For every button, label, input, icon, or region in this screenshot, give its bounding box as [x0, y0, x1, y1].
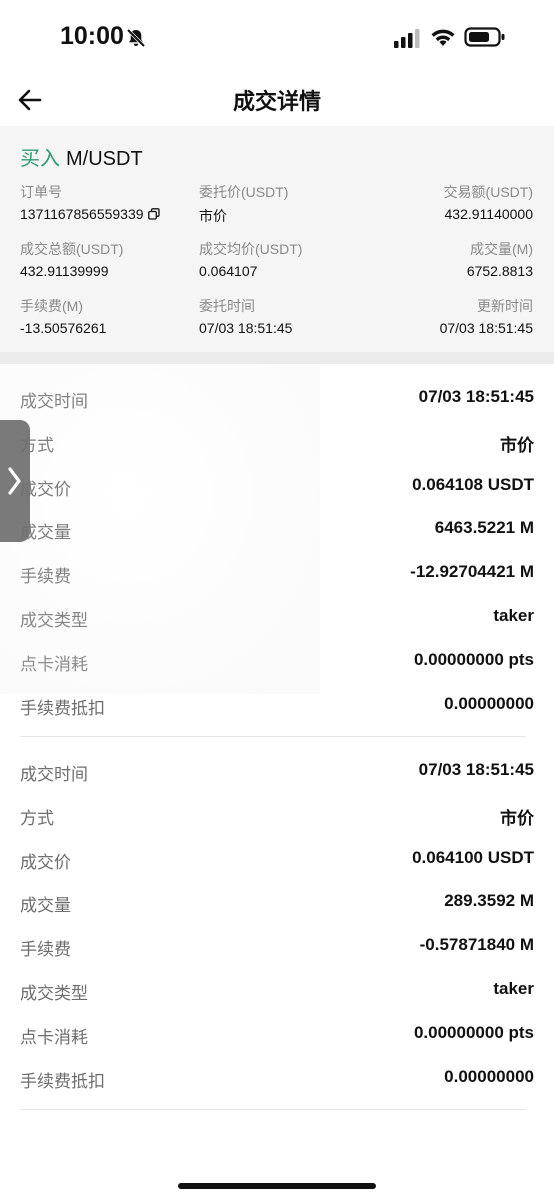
trade-row-label: 点卡消耗 — [20, 1027, 88, 1048]
trade-row-label: 手续费 — [20, 940, 71, 961]
trade-row-value: 0.00000000 pts — [413, 1022, 534, 1042]
trade-amount-value: 432.91140000 — [444, 206, 534, 222]
status-bar: 10:00 — [0, 0, 554, 76]
fee-label: 手续费(M) — [20, 298, 83, 314]
page-title: 成交详情 — [232, 90, 321, 115]
trade-row-label: 成交价 — [20, 852, 71, 873]
trade-divider — [20, 736, 526, 737]
filled-qty-cell: 成交量(M) 6752.8813 — [467, 239, 533, 279]
order-time-cell: 委托时间 07/03 18:51:45 — [199, 296, 292, 336]
order-no-label: 订单号 — [20, 184, 62, 200]
battery-icon — [464, 27, 505, 47]
avg-price-value: 0.064107 — [199, 263, 258, 279]
trade-row: 成交量 6463.5221 M — [0, 508, 554, 552]
order-price-cell: 委托价(USDT) 市价 — [199, 182, 288, 226]
trade-row-value: 0.00000000 — [444, 1066, 534, 1086]
filled-qty-label: 成交量(M) — [470, 241, 533, 257]
trade-row-label: 手续费抵扣 — [20, 698, 105, 719]
section-divider — [0, 352, 554, 364]
trading-pair: M/USDT — [66, 148, 143, 170]
update-time-value: 07/03 18:51:45 — [439, 320, 533, 336]
order-header: 买入 M/USDT — [20, 142, 143, 171]
trade-row-value: taker — [493, 605, 534, 625]
trade-row-value: 07/03 18:51:45 — [418, 387, 534, 406]
trade-row: 手续费抵扣 0.00000000 — [0, 684, 554, 728]
trade-row: 成交价 0.064108 USDT — [0, 465, 554, 509]
trade-row-label: 方式 — [20, 808, 54, 829]
trade-row: 成交类型 taker — [0, 596, 554, 640]
trade-detail-1: 成交时间 07/03 18:51:45 方式 市价 成交价 0.064108 USDT… — [0, 377, 554, 727]
trade-row-label: 点卡消耗 — [20, 654, 88, 675]
trade-row-value: taker — [493, 978, 534, 998]
trade-amount-cell: 交易额(USDT) 432.91140000 — [444, 182, 533, 222]
trade-row: 方式 市价 — [0, 794, 554, 838]
trade-row: 方式 市价 — [0, 421, 554, 465]
nav-bar: 成交详情 — [0, 76, 554, 124]
fee-cell: 手续费(M) -13.50576261 — [20, 296, 106, 336]
side-drawer-handle[interactable] — [0, 420, 30, 542]
update-time-label: 更新时间 — [477, 298, 533, 314]
trade-row-value: -0.57871840 M — [419, 935, 534, 955]
trade-detail-2: 成交时间 07/03 18:51:45 方式 市价 成交价 0.064100 USDT… — [0, 750, 554, 1100]
trade-row: 成交时间 07/03 18:51:45 — [0, 750, 554, 794]
trade-row-label: 手续费 — [20, 567, 71, 588]
trade-row: 成交时间 07/03 18:51:45 — [0, 377, 554, 421]
order-price-label: 委托价(USDT) — [199, 184, 289, 200]
trade-amount-label: 交易额(USDT) — [443, 184, 533, 200]
trade-row-label: 手续费抵扣 — [20, 1071, 105, 1092]
order-time-label: 委托时间 — [199, 298, 255, 314]
trade-row-value: 07/03 18:51:45 — [418, 760, 534, 779]
order-summary: 买入 M/USDT 订单号 1371167856559339 委托价(USDT) … — [0, 126, 554, 352]
order-no-value: 1371167856559339 — [20, 206, 144, 222]
trade-row: 手续费 -0.57871840 M — [0, 925, 554, 969]
trade-row: 手续费抵扣 0.00000000 — [0, 1057, 554, 1101]
order-side: 买入 — [20, 146, 60, 170]
trade-row: 手续费 -12.92704421 M — [0, 552, 554, 596]
trade-row-label: 成交量 — [20, 896, 71, 917]
avg-price-cell: 成交均价(USDT) 0.064107 — [199, 239, 302, 279]
trade-row: 点卡消耗 0.00000000 pts — [0, 640, 554, 684]
trade-row-value: 0.064108 USDT — [412, 474, 534, 494]
trade-row-label: 成交时间 — [20, 392, 88, 412]
trade-row-value: 市价 — [500, 808, 534, 828]
trade-row-value: 289.3592 M — [444, 891, 534, 911]
filled-total-cell: 成交总额(USDT) 432.91139999 — [20, 239, 123, 279]
avg-price-label: 成交均价(USDT) — [199, 241, 303, 257]
signal-icon — [394, 29, 420, 48]
trade-row-value: 市价 — [500, 435, 534, 455]
trade-row-value: 0.00000000 — [444, 693, 534, 713]
trade-row-value: 6463.5221 M — [434, 518, 534, 538]
chevron-right-icon — [8, 467, 21, 495]
order-price-value: 市价 — [199, 208, 227, 224]
trade-divider — [20, 1109, 526, 1110]
trade-row: 成交量 289.3592 M — [0, 881, 554, 925]
filled-qty-value: 6752.8813 — [466, 263, 533, 279]
trade-row: 成交类型 taker — [0, 969, 554, 1013]
copy-icon[interactable] — [147, 208, 160, 220]
trade-row: 成交价 0.064100 USDT — [0, 838, 554, 882]
trade-row-label: 成交类型 — [20, 983, 88, 1004]
bell-slash-icon — [126, 28, 146, 48]
trade-row-label: 成交时间 — [20, 765, 88, 785]
trade-row: 点卡消耗 0.00000000 pts — [0, 1013, 554, 1057]
order-no-cell: 订单号 1371167856559339 — [20, 182, 160, 222]
trade-row-label: 成交类型 — [20, 610, 88, 631]
trade-row-value: 0.064100 USDT — [412, 847, 534, 867]
filled-total-value: 432.91139999 — [20, 263, 109, 279]
order-time-value: 07/03 18:51:45 — [199, 320, 293, 336]
filled-total-label: 成交总额(USDT) — [20, 241, 124, 257]
trade-row-value: 0.00000000 pts — [413, 649, 534, 669]
fee-value: -13.50576261 — [20, 320, 107, 336]
wifi-icon — [431, 29, 455, 46]
home-indicator[interactable] — [178, 1183, 376, 1189]
status-time: 10:00 — [60, 22, 124, 50]
update-time-cell: 更新时间 07/03 18:51:45 — [440, 296, 533, 336]
trade-row-value: -12.92704421 M — [410, 562, 534, 582]
